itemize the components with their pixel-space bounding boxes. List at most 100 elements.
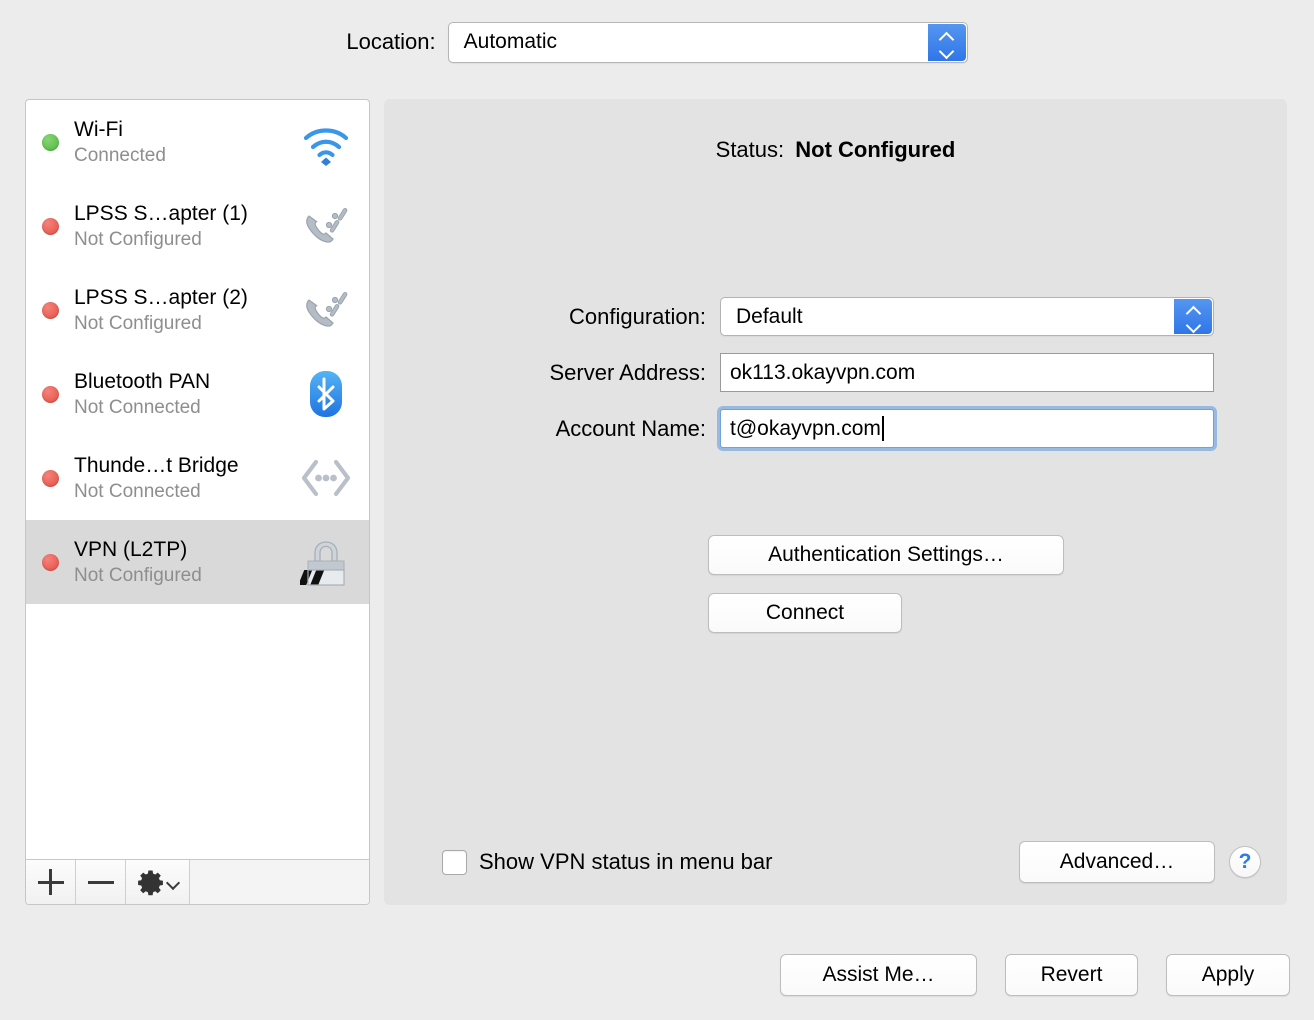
status-dot-red-icon xyxy=(41,301,59,319)
location-row: Location: Automatic xyxy=(0,0,1314,84)
service-status: Not Connected xyxy=(74,481,201,502)
service-icon-wrap xyxy=(297,532,355,592)
field-value: ok113.okayvpn.com xyxy=(730,360,916,384)
field-value: t@okayvpn.com xyxy=(730,416,881,440)
service-status: Not Configured xyxy=(74,313,202,334)
service-status: Not Configured xyxy=(74,565,202,586)
service-text: Wi-Fi Connected xyxy=(74,116,297,168)
service-name: Bluetooth PAN xyxy=(74,370,211,393)
service-status: Not Connected xyxy=(74,397,201,418)
toolbar-filler xyxy=(190,860,369,904)
form-row: Server Address: ok113.okayvpn.com xyxy=(384,353,1287,392)
configuration-stepper[interactable] xyxy=(1174,299,1212,334)
service-name: LPSS S…apter (2) xyxy=(74,286,248,309)
help-button[interactable]: ? xyxy=(1229,846,1261,878)
field-label: Server Address: xyxy=(549,359,706,385)
assist-me-button[interactable]: Assist Me… xyxy=(780,954,977,996)
chevron-up-icon xyxy=(939,32,954,41)
service-icon-wrap xyxy=(297,112,355,172)
status-dot-red-icon xyxy=(41,553,59,571)
service-text: LPSS S…apter (2) Not Configured xyxy=(74,284,297,336)
location-popup-button[interactable]: Automatic xyxy=(447,21,968,63)
show-vpn-status-checkbox[interactable] xyxy=(442,849,467,875)
account-name-input[interactable]: t@okayvpn.com xyxy=(717,406,1217,451)
chevron-down-icon xyxy=(1186,318,1201,327)
status-dot-wrap xyxy=(26,469,74,487)
remove-service-button[interactable] xyxy=(76,860,126,904)
form-row: Account Name: t@okayvpn.com xyxy=(384,406,1287,451)
minus-icon xyxy=(87,869,114,895)
vpn-form: Configuration: Default Server Address: ok11… xyxy=(384,297,1287,465)
modem-phone-icon xyxy=(306,208,348,243)
chevron-down-icon xyxy=(166,878,179,886)
service-icon-wrap xyxy=(297,448,355,508)
window-footer: Assist Me… Revert Apply xyxy=(780,954,1290,996)
add-service-button[interactable] xyxy=(26,860,76,904)
service-icon-wrap xyxy=(297,364,355,424)
chevron-up-icon xyxy=(1186,306,1201,315)
status-dot-wrap xyxy=(26,385,74,403)
configuration-popup-button[interactable]: Default xyxy=(720,297,1214,336)
service-row[interactable]: Thunde…t Bridge Not Connected xyxy=(26,436,369,520)
status-dot-red-icon xyxy=(41,469,59,487)
network-services-sidebar: Wi-Fi Connected LPSS S…apter (1) Not Config… xyxy=(25,99,370,905)
authentication-settings-button[interactable]: Authentication Settings… xyxy=(708,535,1064,575)
advanced-button[interactable]: Advanced… xyxy=(1019,841,1215,883)
service-text: Thunde…t Bridge Not Connected xyxy=(74,452,297,504)
status-value: Not Configured xyxy=(795,137,956,162)
text-caret xyxy=(881,416,884,441)
service-row[interactable]: Wi-Fi Connected xyxy=(26,100,369,184)
service-name: Thunde…t Bridge xyxy=(74,454,239,477)
server-address-input[interactable]: ok113.okayvpn.com xyxy=(720,353,1214,392)
service-text: LPSS S…apter (1) Not Configured xyxy=(74,200,297,252)
status-dot-wrap xyxy=(26,217,74,235)
chevron-down-icon xyxy=(939,44,954,53)
status-label: Status: xyxy=(715,137,785,162)
configuration-selected-value: Default xyxy=(736,304,803,328)
revert-button[interactable]: Revert xyxy=(1005,954,1138,996)
field-label: Account Name: xyxy=(555,415,706,441)
show-vpn-status-label: Show VPN status in menu bar xyxy=(479,849,773,874)
wifi-icon xyxy=(303,128,349,166)
status-dot-green-icon xyxy=(41,133,59,151)
show-vpn-status-checkbox-row[interactable]: Show VPN status in menu bar xyxy=(442,849,772,875)
modem-phone-icon xyxy=(306,292,348,327)
status-dot-red-icon xyxy=(41,217,59,235)
status-dot-red-icon xyxy=(41,385,59,403)
service-status: Connected xyxy=(74,145,166,166)
padlock-icon xyxy=(300,541,345,586)
status-row: Status: Not Configured xyxy=(384,137,1287,163)
status-dot-wrap xyxy=(26,553,74,571)
service-icon-wrap xyxy=(297,280,355,340)
field-label: Configuration: xyxy=(569,303,706,329)
sidebar-toolbar xyxy=(26,859,369,904)
service-text: VPN (L2TP) Not Configured xyxy=(74,536,297,588)
vpn-detail-panel: Status: Not Configured Configuration: Def… xyxy=(384,99,1287,905)
form-row: Configuration: Default xyxy=(384,297,1287,336)
connect-button[interactable]: Connect xyxy=(708,593,902,633)
plus-icon xyxy=(37,869,64,895)
apply-button[interactable]: Apply xyxy=(1166,954,1290,996)
service-row[interactable]: Bluetooth PAN Not Connected xyxy=(26,352,369,436)
service-name: Wi-Fi xyxy=(74,118,123,141)
location-stepper[interactable] xyxy=(927,23,966,61)
location-selected-value: Automatic xyxy=(463,30,558,53)
service-name: VPN (L2TP) xyxy=(74,538,188,561)
service-row[interactable]: LPSS S…apter (1) Not Configured xyxy=(26,184,369,268)
service-actions-button[interactable] xyxy=(126,860,190,904)
service-status: Not Configured xyxy=(74,229,202,250)
gear-icon xyxy=(137,870,163,895)
service-text: Bluetooth PAN Not Connected xyxy=(74,368,297,420)
service-icon-wrap xyxy=(297,196,355,256)
service-name: LPSS S…apter (1) xyxy=(74,202,248,225)
bluetooth-icon xyxy=(310,371,342,417)
network-services-list[interactable]: Wi-Fi Connected LPSS S…apter (1) Not Config… xyxy=(26,100,369,859)
location-label: Location: xyxy=(346,29,436,54)
panel-bottom-right: Advanced… ? xyxy=(1019,841,1261,883)
service-row[interactable]: VPN (L2TP) Not Configured xyxy=(26,520,369,604)
thunderbolt-bridge-icon xyxy=(301,459,351,497)
service-row[interactable]: LPSS S…apter (2) Not Configured xyxy=(26,268,369,352)
status-dot-wrap xyxy=(26,301,74,319)
panel-bottom-row: Show VPN status in menu bar Advanced… ? xyxy=(384,841,1287,883)
status-dot-wrap xyxy=(26,133,74,151)
